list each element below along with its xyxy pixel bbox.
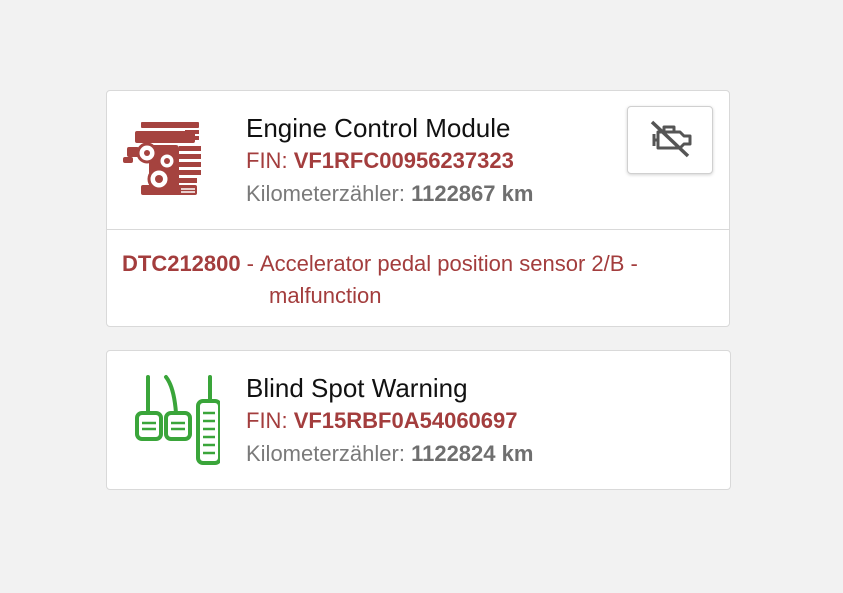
fin-label: FIN: bbox=[246, 408, 288, 433]
odometer-line: Kilometerzähler: 1122824 km bbox=[246, 441, 533, 467]
odometer-line: Kilometerzähler: 1122867 km bbox=[246, 181, 533, 207]
engine-icon bbox=[121, 119, 203, 204]
odometer-label: Kilometerzähler: bbox=[246, 441, 405, 466]
dtc-entry: DTC212800 - Accelerator pedal position s… bbox=[122, 248, 712, 312]
dtc-separator: - bbox=[246, 251, 254, 276]
module-title: Blind Spot Warning bbox=[246, 373, 468, 403]
engine-off-button[interactable] bbox=[627, 106, 713, 174]
dtc-description: Accelerator pedal position sensor 2/B - bbox=[259, 251, 638, 276]
fin-value: VF1RFC00956237323 bbox=[293, 148, 514, 173]
dtc-description-continued: malfunction bbox=[269, 283, 382, 308]
odometer-value: 1122867 km bbox=[411, 181, 534, 206]
divider bbox=[107, 229, 729, 230]
dtc-code: DTC212800 bbox=[122, 251, 241, 276]
bsw-card[interactable]: Blind Spot Warning FIN: VF15RBF0A5406069… bbox=[106, 350, 731, 490]
fin-line: FIN: VF15RBF0A54060697 bbox=[246, 408, 518, 434]
module-title: Engine Control Module bbox=[246, 113, 511, 143]
fin-value: VF15RBF0A54060697 bbox=[293, 408, 518, 433]
engine-off-icon bbox=[646, 116, 694, 165]
odometer-value: 1122824 km bbox=[411, 441, 534, 466]
pedals-icon bbox=[134, 373, 222, 472]
odometer-label: Kilometerzähler: bbox=[246, 181, 405, 206]
fin-label: FIN: bbox=[246, 148, 288, 173]
fin-line: FIN: VF1RFC00956237323 bbox=[246, 148, 514, 174]
ecm-card[interactable]: Engine Control Module FIN: VF1RFC0095623… bbox=[106, 90, 730, 327]
